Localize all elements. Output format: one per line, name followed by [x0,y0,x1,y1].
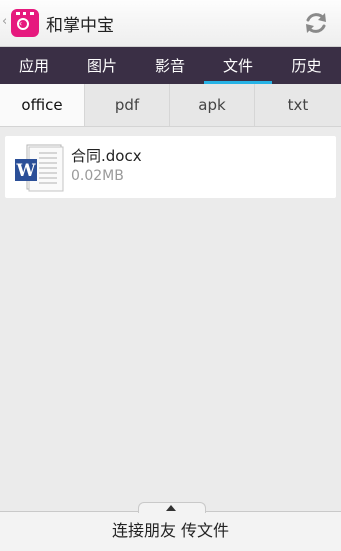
subtab-office[interactable]: office [0,84,85,126]
app-logo-icon[interactable]: ‹ [11,9,39,37]
back-chevron-icon[interactable]: ‹ [2,14,7,29]
subtab-txt[interactable]: txt [255,84,341,126]
tab-media[interactable]: 影音 [136,47,204,84]
file-name: 合同.docx [71,147,142,165]
svg-text:W: W [15,161,36,181]
app-title: 和掌中宝 [46,16,114,36]
title-bar: ‹ ‹ 和掌中宝 [0,0,341,47]
subtab-pdf[interactable]: pdf [85,84,170,126]
word-document-icon: W [15,144,64,192]
connect-transfer-button[interactable]: 连接朋友 传文件 [0,511,341,550]
subtab-apk[interactable]: apk [170,84,255,126]
refresh-icon[interactable] [301,8,331,38]
file-size: 0.02MB [71,168,124,184]
tab-history[interactable]: 历史 [272,47,341,84]
tab-apps[interactable]: 应用 [0,47,68,84]
main-tab-bar: 应用 图片 影音 文件 历史 [0,47,341,84]
file-type-tabs: office pdf apk txt [0,84,341,127]
list-item[interactable]: W 合同.docx 0.02MB [5,136,336,198]
tab-files[interactable]: 文件 [204,47,272,84]
tab-images[interactable]: 图片 [68,47,136,84]
